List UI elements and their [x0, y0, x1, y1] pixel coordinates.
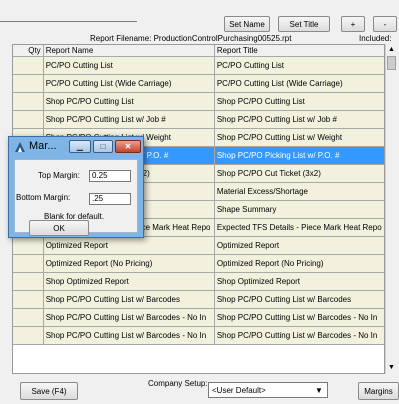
report-name-cell[interactable]: PC/PO Cutting List (Wide Carriage) [43, 74, 215, 93]
minimize-icon[interactable]: ▁ [69, 140, 91, 153]
report-title-cell[interactable]: Optimized Report (No Pricing) [214, 254, 384, 273]
qty-cell[interactable] [13, 272, 44, 291]
report-title-cell[interactable]: Shape Summary [214, 200, 384, 219]
included-label: Included: [359, 34, 392, 43]
chevron-down-icon[interactable]: ▼ [312, 384, 326, 396]
table-header-row: Qty Report Name Report Title [13, 45, 384, 57]
add-button[interactable]: + [341, 16, 365, 32]
column-header-report-name[interactable]: Report Name [43, 45, 215, 57]
column-header-qty[interactable]: Qty [13, 45, 44, 57]
report-name-cell[interactable]: Shop PC/PO Cutting List w/ Barcodes [43, 290, 215, 309]
report-title-cell[interactable]: Shop Optimized Report [214, 272, 384, 291]
report-name-cell[interactable]: Shop PC/PO Cutting List w/ Barcodes - No… [43, 326, 215, 345]
table-row[interactable]: Shop PC/PO Cutting List w/ Barcodes - No… [13, 326, 384, 345]
scroll-thumb[interactable] [387, 56, 396, 70]
ok-button[interactable]: OK [29, 220, 89, 236]
table-row[interactable]: Shop PC/PO Cutting List w/ Barcodes Shop … [13, 290, 384, 309]
qty-cell[interactable] [13, 326, 44, 345]
qty-cell[interactable] [13, 74, 44, 93]
report-name-cell[interactable]: Optimized Report [43, 236, 215, 255]
report-title-cell[interactable]: Shop PC/PO Cutting List w/ Job # [214, 110, 384, 129]
empty-cell [43, 362, 215, 373]
empty-cell [13, 362, 44, 373]
top-margin-input[interactable]: 0.25 [89, 170, 131, 182]
table-row[interactable]: Optimized Report Optimized Report [13, 236, 384, 255]
report-name-cell[interactable]: PC/PO Cutting List [43, 56, 215, 75]
report-title-cell[interactable]: Shop PC/PO Cutting List w/ Barcodes [214, 290, 384, 309]
bottom-margin-label: Bottom Margin: [16, 193, 71, 202]
qty-cell[interactable] [13, 92, 44, 111]
table-row[interactable]: Optimized Report (No Pricing) Optimized R… [13, 254, 384, 273]
report-filename-input-underline[interactable] [0, 21, 137, 22]
dialog-titlebar[interactable]: Mar... ▁ □ ✕ [9, 137, 143, 157]
company-setup-value: <User Default> [212, 386, 266, 395]
empty-cell [13, 344, 44, 362]
scroll-down-arrow-icon[interactable]: ▼ [386, 362, 397, 373]
report-title-cell[interactable]: Optimized Report [214, 236, 384, 255]
save-button[interactable]: Save (F4) [20, 382, 78, 400]
qty-cell[interactable] [13, 56, 44, 75]
qty-cell[interactable] [13, 110, 44, 129]
qty-cell[interactable] [13, 254, 44, 273]
qty-cell[interactable] [13, 290, 44, 309]
company-setup-select[interactable]: <User Default> ▼ [208, 382, 328, 398]
maximize-icon[interactable]: □ [93, 140, 113, 153]
margins-dialog[interactable]: Mar... ▁ □ ✕ Top Margin: 0.25 Bottom Mar… [8, 136, 144, 238]
margins-button[interactable]: Margins [358, 382, 399, 400]
report-title-cell[interactable]: Shop PC/PO Cutting List [214, 92, 384, 111]
report-title-cell[interactable]: Material Excess/Shortage [214, 182, 384, 201]
set-title-button[interactable]: Set Title [278, 16, 330, 32]
scroll-up-arrow-icon[interactable]: ▲ [386, 44, 397, 55]
report-title-cell[interactable]: PC/PO Cutting List (Wide Carriage) [214, 74, 384, 93]
top-margin-label: Top Margin: [38, 171, 80, 180]
qty-cell[interactable] [13, 308, 44, 327]
company-setup-label: Company Setup: [148, 379, 208, 388]
report-name-cell[interactable]: Shop PC/PO Cutting List w/ Barcodes - No… [43, 308, 215, 327]
column-header-report-title[interactable]: Report Title [214, 45, 384, 57]
empty-cell [43, 344, 215, 362]
table-row[interactable]: PC/PO Cutting List PC/PO Cutting List [13, 56, 384, 75]
report-name-cell[interactable]: Shop PC/PO Cutting List [43, 92, 215, 111]
empty-cell [214, 362, 384, 373]
report-name-cell[interactable]: Shop PC/PO Cutting List w/ Job # [43, 110, 215, 129]
dialog-title: Mar... [29, 140, 57, 152]
dialog-body: Top Margin: 0.25 Bottom Margin: .25 Blan… [14, 159, 138, 236]
app-logo-icon [15, 142, 25, 152]
report-title-cell[interactable]: Expected TFS Details - Piece Mark Heat R… [214, 218, 384, 237]
report-name-cell[interactable]: Shop Optimized Report [43, 272, 215, 291]
report-name-cell[interactable]: Optimized Report (No Pricing) [43, 254, 215, 273]
close-icon[interactable]: ✕ [115, 140, 141, 153]
qty-cell[interactable] [13, 236, 44, 255]
report-filename-label: Report Filename: ProductionControlPurcha… [90, 34, 292, 43]
table-row[interactable]: PC/PO Cutting List (Wide Carriage) PC/PO … [13, 74, 384, 93]
report-title-cell[interactable]: Shop PC/PO Cutting List w/ Barcodes - No… [214, 308, 384, 327]
report-title-cell[interactable]: Shop PC/PO Cutting List w/ Barcodes - No… [214, 326, 384, 345]
empty-cell [214, 344, 384, 362]
remove-button[interactable]: - [373, 16, 397, 32]
report-title-cell[interactable]: PC/PO Cutting List [214, 56, 384, 75]
empty-row [13, 362, 384, 373]
empty-row [13, 344, 384, 362]
table-row[interactable]: Shop PC/PO Cutting List w/ Barcodes - No… [13, 308, 384, 327]
report-title-cell[interactable]: Shop PC/PO Cut Ticket (3x2) [214, 164, 384, 183]
bottom-margin-input[interactable]: .25 [89, 193, 131, 205]
set-name-button[interactable]: Set Name [224, 16, 270, 32]
vertical-scrollbar[interactable]: ▲ ▼ [385, 44, 397, 374]
table-row[interactable]: Shop Optimized Report Shop Optimized Repo… [13, 272, 384, 291]
table-row[interactable]: Shop PC/PO Cutting List w/ Job # Shop PC/… [13, 110, 384, 129]
table-row[interactable]: Shop PC/PO Cutting List Shop PC/PO Cuttin… [13, 92, 384, 111]
report-title-cell[interactable]: Shop PC/PO Picking List w/ P.O. # [214, 146, 384, 165]
report-title-cell[interactable]: Shop PC/PO Cutting List w/ Weight [214, 128, 384, 147]
